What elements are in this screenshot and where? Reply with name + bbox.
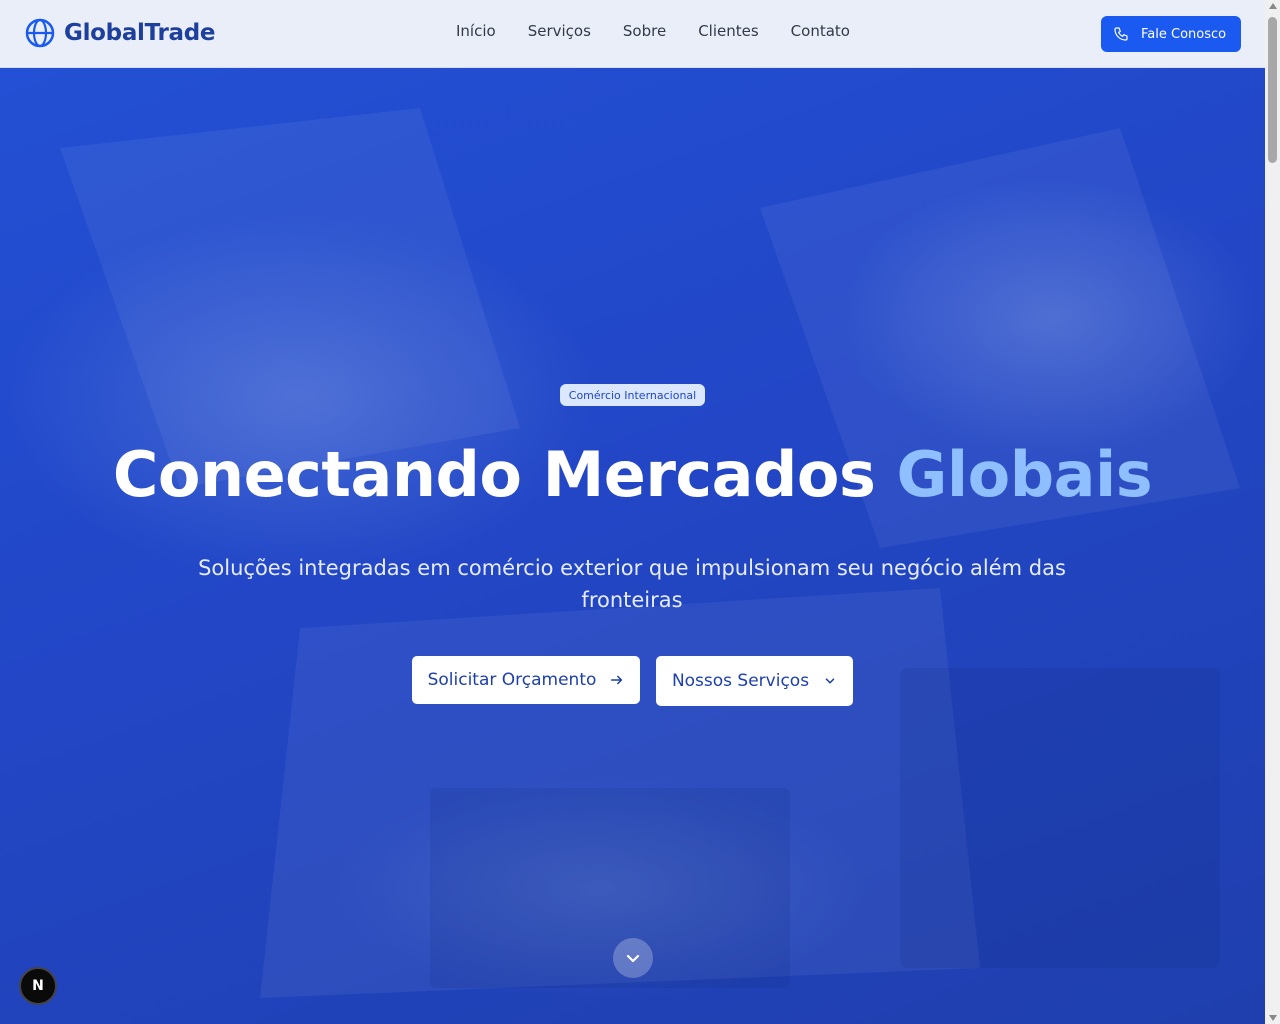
chevron-down-icon [825, 678, 835, 684]
arrow-right-icon [611, 675, 623, 685]
contact-button[interactable]: Fale Conosco [1101, 16, 1241, 52]
scroll-down-button[interactable] [613, 938, 653, 978]
hero-headline: Conectando Mercados Globais [0, 438, 1265, 511]
nav-item-contato[interactable]: Contato [791, 22, 850, 40]
nav-item-inicio[interactable]: Início [456, 22, 496, 40]
scroll-up-arrow-icon[interactable] [1269, 3, 1277, 9]
top-navbar: GlobalTrade Início Serviços Sobre Client… [0, 0, 1265, 68]
phone-icon [1114, 27, 1128, 41]
services-button[interactable]: Nossos Serviços [656, 656, 853, 706]
nav-item-sobre[interactable]: Sobre [623, 22, 666, 40]
headline-main: Conectando Mercados [112, 438, 876, 511]
dev-tools-badge[interactable]: N [19, 967, 57, 1005]
headline-highlight: Globais [896, 438, 1153, 511]
brand-name: GlobalTrade [64, 20, 216, 46]
nav-item-servicos[interactable]: Serviços [528, 22, 591, 40]
hero-section: Comércio Internacional Conectando Mercad… [0, 68, 1265, 1024]
scrollbar-thumb[interactable] [1268, 17, 1277, 163]
services-button-label: Nossos Serviços [671, 671, 810, 691]
contact-button-label: Fale Conosco [1141, 26, 1227, 42]
hero-badge: Comércio Internacional [560, 384, 705, 406]
nav-item-clientes[interactable]: Clientes [698, 22, 758, 40]
hero-background-image [60, 108, 1240, 998]
request-quote-button[interactable]: Solicitar Orçamento [412, 656, 640, 704]
hero-subtitle: Soluções integradas em comércio exterior… [198, 556, 1066, 612]
scroll-down-arrow-icon[interactable] [1269, 1015, 1277, 1021]
request-quote-label: Solicitar Orçamento [427, 670, 597, 690]
main-nav: Início Serviços Sobre Clientes Contato [456, 22, 882, 40]
brand-logo[interactable]: GlobalTrade [24, 17, 216, 49]
page-scrollbar[interactable] [1265, 0, 1280, 1024]
chevron-down-icon [626, 954, 640, 963]
globe-icon [25, 18, 55, 48]
